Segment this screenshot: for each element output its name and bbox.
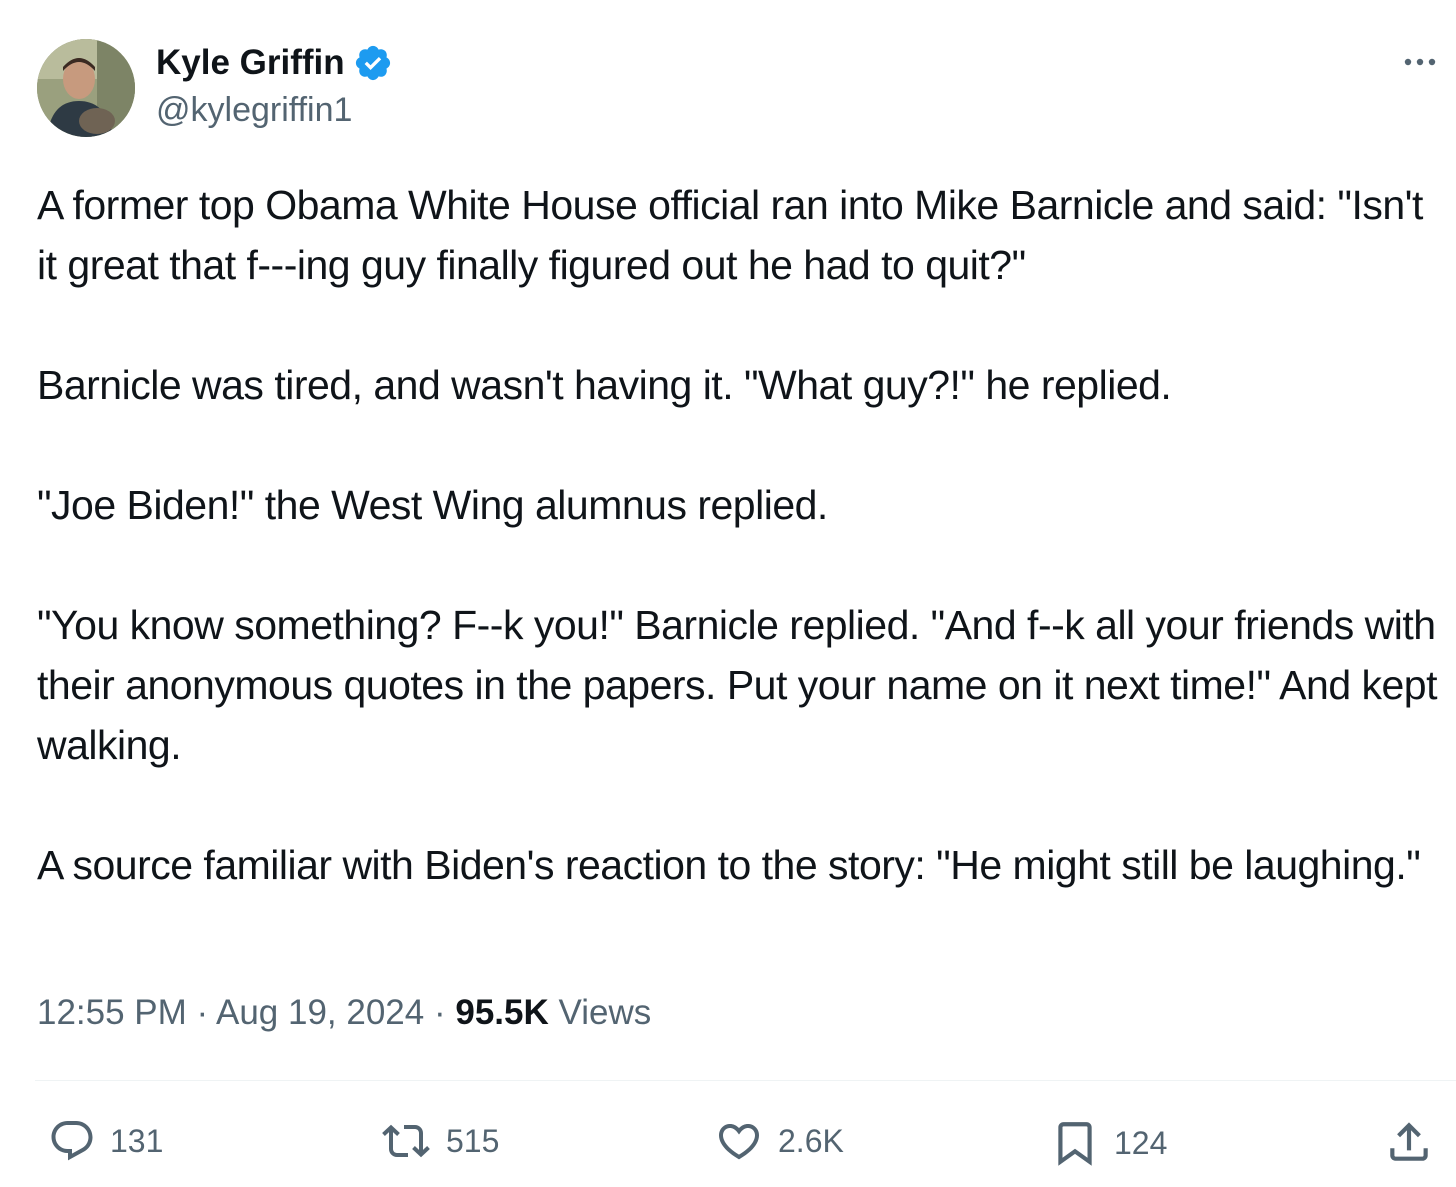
repost-count: 515 [446,1122,500,1159]
bookmark-icon [1058,1122,1092,1166]
repost-icon [382,1124,430,1158]
more-options-icon[interactable] [1400,50,1440,74]
tweet-date[interactable]: Aug 19, 2024 [216,993,424,1032]
tweet-time[interactable]: 12:55 PM [37,993,187,1032]
share-icon [1390,1122,1428,1161]
meta-separator: · [424,993,456,1032]
avatar[interactable] [37,39,135,137]
like-count: 2.6K [778,1122,844,1159]
avatar-photo [37,39,135,137]
author-name-row: Kyle Griffin [156,40,393,86]
reply-button[interactable]: 131 [48,1117,163,1165]
tweet-paragraph: A source familiar with Biden's reaction … [37,842,1421,888]
tweet-paragraph: "Joe Biden!" the West Wing alumnus repli… [37,482,828,528]
tweet-paragraph: A former top Obama White House official … [37,182,1423,288]
verified-badge-icon [355,45,390,81]
repost-button[interactable]: 515 [380,1117,499,1165]
action-bar: 131 515 2.6K 124 [0,1100,1456,1180]
share-button[interactable] [1384,1117,1434,1167]
tweet-paragraph: Barnicle was tired, and wasn't having it… [37,362,1172,408]
like-button[interactable]: 2.6K [714,1117,844,1165]
heart-icon [718,1124,760,1160]
bookmark-button[interactable]: 124 [1050,1117,1167,1169]
tweet-text: A former top Obama White House official … [37,175,1452,895]
tweet-paragraph: "You know something? F--k you!" Barnicle… [37,602,1438,768]
tweet-meta: 12:55 PM · Aug 19, 2024 · 95.5K Views [37,993,651,1033]
reply-icon [51,1121,93,1161]
divider [35,1080,1456,1081]
views-count: 95.5K [455,993,549,1032]
views-label: Views [548,993,652,1032]
meta-separator: · [186,993,216,1032]
bookmark-count: 124 [1114,1124,1168,1161]
reply-count: 131 [110,1122,164,1159]
author-display-name[interactable]: Kyle Griffin [156,43,345,83]
author-handle[interactable]: @kylegriffin1 [156,91,352,130]
